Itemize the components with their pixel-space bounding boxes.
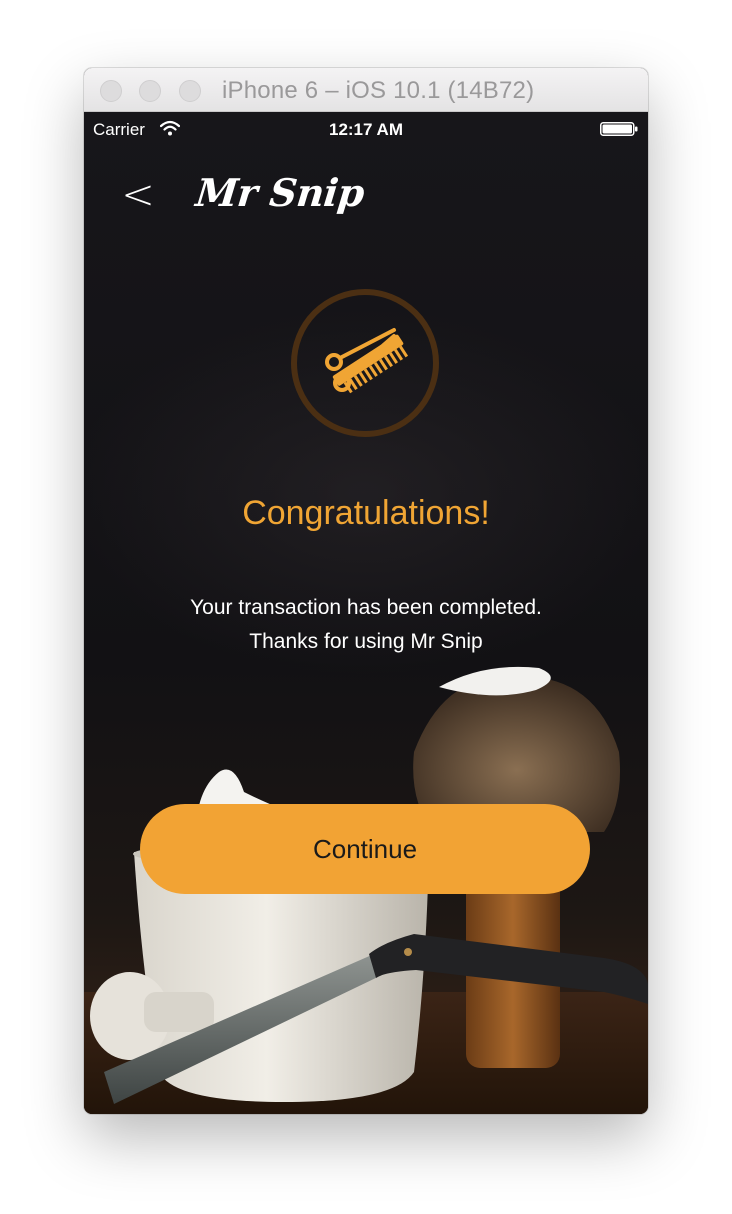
window-titlebar[interactable]: iPhone 6 – iOS 10.1 (14B72)	[84, 68, 648, 112]
phone-screen: Carrier 12:17 AM < Mr Snip Congratulatio…	[84, 112, 648, 1114]
congratulations-title: Congratulations!	[242, 494, 490, 532]
battery-icon	[600, 122, 638, 136]
zoom-window-button[interactable]	[179, 80, 201, 102]
window-title: iPhone 6 – iOS 10.1 (14B72)	[222, 77, 535, 104]
status-time: 12:17 AM	[328, 120, 403, 139]
back-button[interactable]: <	[116, 170, 160, 220]
simulator-window: iPhone 6 – iOS 10.1 (14B72) Carrier 12:1…	[84, 68, 648, 1114]
minimize-window-button[interactable]	[139, 80, 161, 102]
app-logo: Mr Snip	[193, 170, 367, 215]
continue-button[interactable]: Continue	[140, 804, 590, 894]
scissors-comb-icon	[291, 289, 439, 437]
thanks-message: Thanks for using Mr Snip	[249, 630, 483, 653]
close-window-button[interactable]	[100, 80, 122, 102]
confirmation-message: Your transaction has been completed.	[190, 596, 542, 619]
stage: iPhone 6 – iOS 10.1 (14B72) Carrier 12:1…	[0, 0, 732, 1214]
